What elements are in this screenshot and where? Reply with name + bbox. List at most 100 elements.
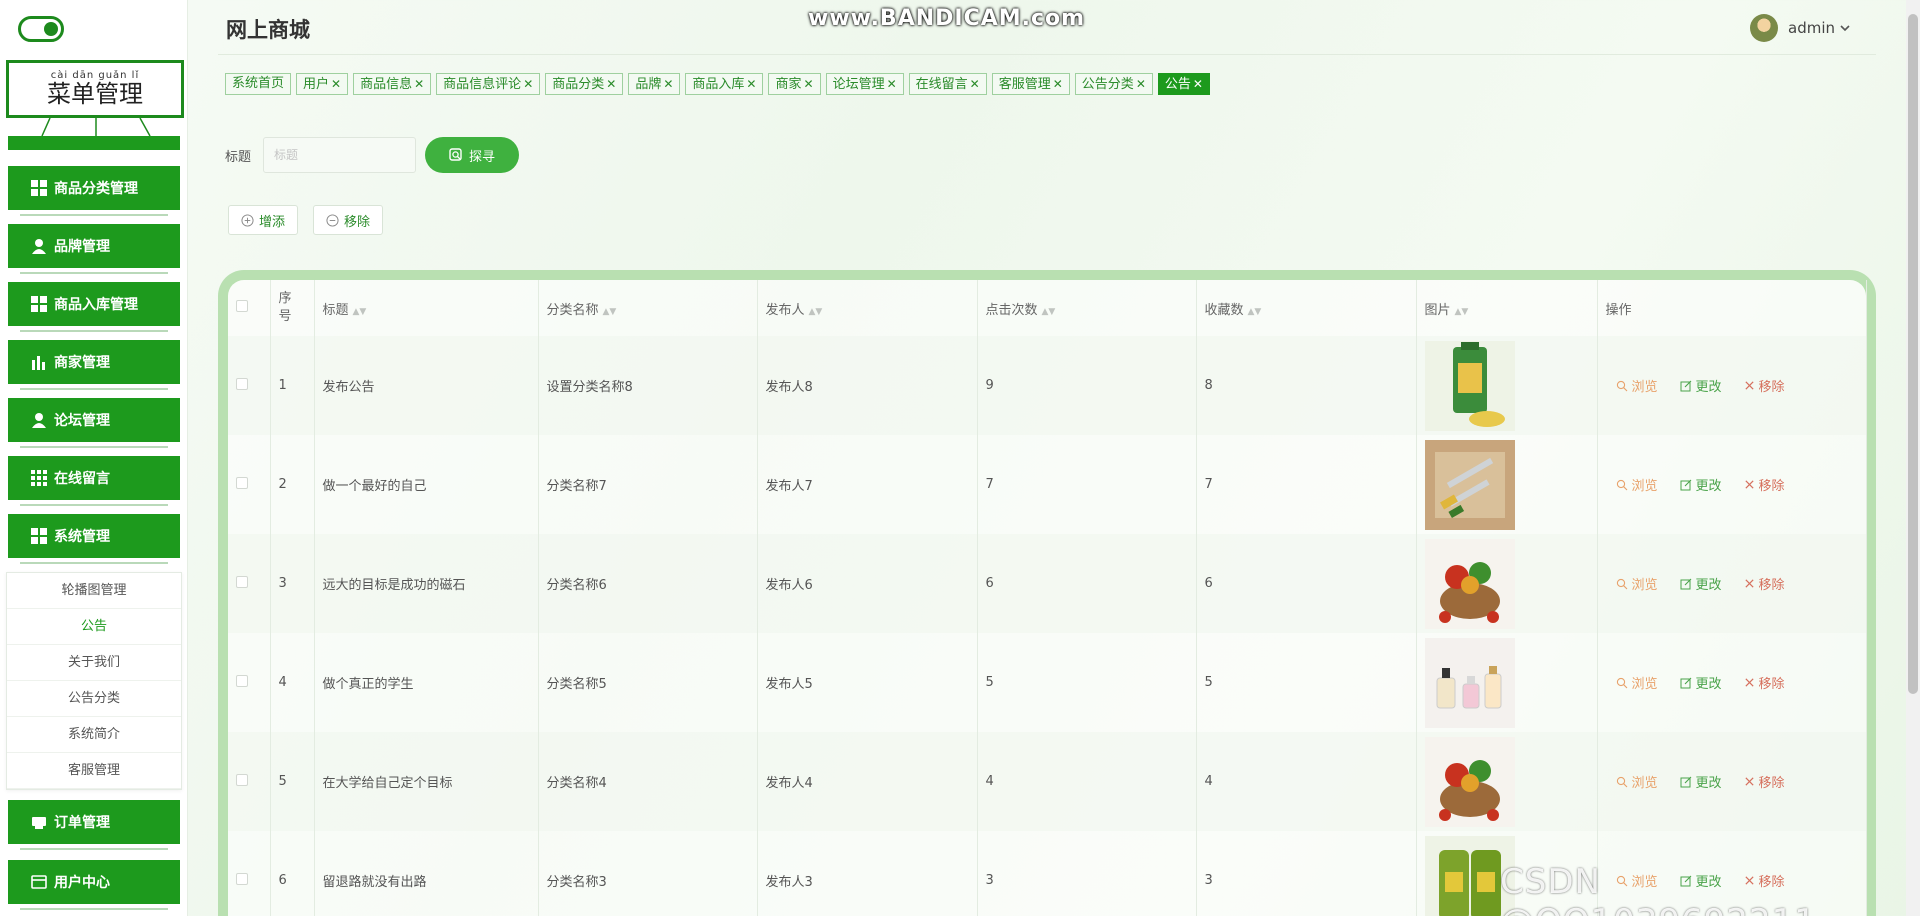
row-select-cell[interactable] <box>228 336 271 435</box>
remove-button[interactable]: 移除 <box>313 205 384 235</box>
close-icon[interactable]: ✕ <box>746 77 756 91</box>
view-button[interactable]: 浏览 <box>1616 772 1658 791</box>
submenu-item-banner[interactable]: 轮播图管理 <box>7 573 181 609</box>
close-icon[interactable]: ✕ <box>970 77 980 91</box>
view-button[interactable]: 浏览 <box>1616 574 1658 593</box>
submenu-item-service[interactable]: 客服管理 <box>7 753 181 789</box>
sidebar-item-category[interactable]: 商品分类管理 <box>8 166 180 216</box>
col-header-label: 序号 <box>278 291 292 324</box>
sidebar-item-user-center[interactable]: 用户中心 <box>8 860 180 910</box>
tab-goods[interactable]: 商品信息 ✕ <box>353 73 432 95</box>
sidebar-item-system[interactable]: 系统管理 <box>8 514 180 564</box>
col-header-favorites[interactable]: 收藏数 ▲▼ <box>1196 280 1417 336</box>
tab-home[interactable]: 系统首页 <box>225 73 292 95</box>
close-icon[interactable]: ✕ <box>1193 77 1203 91</box>
sort-icon[interactable]: ▲▼ <box>809 307 823 317</box>
tab-merchant[interactable]: 商家 ✕ <box>768 73 821 95</box>
sort-icon[interactable]: ▲▼ <box>353 307 367 317</box>
search-button-label: 探寻 <box>468 149 495 165</box>
page-scrollbar[interactable] <box>1906 0 1920 916</box>
delete-button[interactable]: 移除 <box>1744 574 1785 593</box>
row-select-cell[interactable] <box>228 732 271 831</box>
close-icon[interactable]: ✕ <box>606 77 616 91</box>
grid-icon <box>30 179 48 197</box>
close-icon[interactable]: ✕ <box>887 77 897 91</box>
submenu-item-intro[interactable]: 系统简介 <box>7 717 181 753</box>
product-thumbnail[interactable] <box>1424 736 1597 827</box>
view-button[interactable]: 浏览 <box>1616 376 1658 395</box>
submenu-item-notice[interactable]: 公告 <box>7 609 181 645</box>
cell-category: 分类名称3 <box>538 831 758 916</box>
grid-icon <box>30 527 48 545</box>
product-thumbnail[interactable] <box>1424 637 1597 728</box>
tab-users[interactable]: 用户 ✕ <box>296 73 349 95</box>
sort-icon[interactable]: ▲▼ <box>1042 307 1056 317</box>
row-checkbox[interactable] <box>236 674 248 687</box>
select-all-checkbox[interactable] <box>236 300 248 312</box>
sidebar-item-brand[interactable]: 品牌管理 <box>8 224 180 274</box>
close-icon[interactable]: ✕ <box>1053 77 1063 91</box>
header-select-all[interactable] <box>228 280 271 336</box>
edit-button[interactable]: 更改 <box>1680 376 1722 395</box>
delete-button[interactable]: 移除 <box>1744 673 1785 692</box>
view-button[interactable]: 浏览 <box>1616 475 1658 494</box>
col-header-clicks[interactable]: 点击次数 ▲▼ <box>977 280 1197 336</box>
product-thumbnail[interactable] <box>1424 538 1597 629</box>
sidebar-toggle[interactable] <box>18 16 64 42</box>
tab-message[interactable]: 在线留言 ✕ <box>908 73 987 95</box>
tab-goods-comments[interactable]: 商品信息评论 ✕ <box>436 73 541 95</box>
row-checkbox[interactable] <box>236 773 248 786</box>
row-select-cell[interactable] <box>228 831 271 916</box>
sidebar-item-forum[interactable]: 论坛管理 <box>8 398 180 448</box>
tab-service[interactable]: 客服管理 ✕ <box>991 73 1070 95</box>
close-icon[interactable]: ✕ <box>414 77 424 91</box>
view-button[interactable]: 浏览 <box>1616 673 1658 692</box>
sidebar-item-orders[interactable]: 订单管理 <box>8 800 180 850</box>
submenu-item-notice-category[interactable]: 公告分类 <box>7 681 181 717</box>
tab-stock[interactable]: 商品入库 ✕ <box>685 73 764 95</box>
row-checkbox[interactable] <box>236 872 248 885</box>
row-checkbox[interactable] <box>236 575 248 588</box>
sort-icon[interactable]: ▲▼ <box>1248 307 1262 317</box>
edit-button[interactable]: 更改 <box>1680 772 1722 791</box>
add-button[interactable]: 增添 <box>228 205 299 235</box>
search-input[interactable] <box>263 137 416 173</box>
col-header-title[interactable]: 标题 ▲▼ <box>314 280 539 336</box>
delete-button[interactable]: 移除 <box>1744 772 1785 791</box>
sidebar-item-message[interactable]: 在线留言 <box>8 456 180 506</box>
sidebar-item-merchant[interactable]: 商家管理 <box>8 340 180 390</box>
row-select-cell[interactable] <box>228 633 271 732</box>
product-thumbnail[interactable] <box>1424 439 1597 530</box>
product-thumbnail[interactable] <box>1424 340 1597 431</box>
close-icon[interactable]: ✕ <box>663 77 673 91</box>
close-icon[interactable]: ✕ <box>804 77 814 91</box>
col-header-publisher[interactable]: 发布人 ▲▼ <box>757 280 978 336</box>
close-icon[interactable]: ✕ <box>1136 77 1146 91</box>
submenu-item-about[interactable]: 关于我们 <box>7 645 181 681</box>
sort-icon[interactable]: ▲▼ <box>1455 307 1469 317</box>
close-icon[interactable]: ✕ <box>523 77 533 91</box>
sidebar-item-label: 商品入库管理 <box>54 297 138 313</box>
tab-forum[interactable]: 论坛管理 ✕ <box>825 73 904 95</box>
row-select-cell[interactable] <box>228 534 271 633</box>
delete-button[interactable]: 移除 <box>1744 475 1785 494</box>
col-header-image[interactable]: 图片 ▲▼ <box>1416 280 1598 336</box>
row-select-cell[interactable] <box>228 435 271 534</box>
user-menu[interactable]: admin <box>1750 14 1851 42</box>
sidebar-item-stock[interactable]: 商品入库管理 <box>8 282 180 332</box>
tab-notice-category[interactable]: 公告分类 ✕ <box>1074 73 1153 95</box>
search-button[interactable]: 探寻 <box>425 137 519 173</box>
row-checkbox[interactable] <box>236 377 248 390</box>
delete-button[interactable]: 移除 <box>1744 376 1785 395</box>
edit-button[interactable]: 更改 <box>1680 574 1722 593</box>
col-header-category[interactable]: 分类名称 ▲▼ <box>538 280 758 336</box>
tab-goods-category[interactable]: 商品分类 ✕ <box>545 73 624 95</box>
edit-button[interactable]: 更改 <box>1680 475 1722 494</box>
tab-brand[interactable]: 品牌 ✕ <box>628 73 681 95</box>
close-icon[interactable]: ✕ <box>331 77 341 91</box>
sort-icon[interactable]: ▲▼ <box>603 307 617 317</box>
row-checkbox[interactable] <box>236 476 248 489</box>
tab-notice[interactable]: 公告 ✕ <box>1157 73 1210 95</box>
scrollbar-thumb[interactable] <box>1908 14 1918 694</box>
edit-button[interactable]: 更改 <box>1680 673 1722 692</box>
